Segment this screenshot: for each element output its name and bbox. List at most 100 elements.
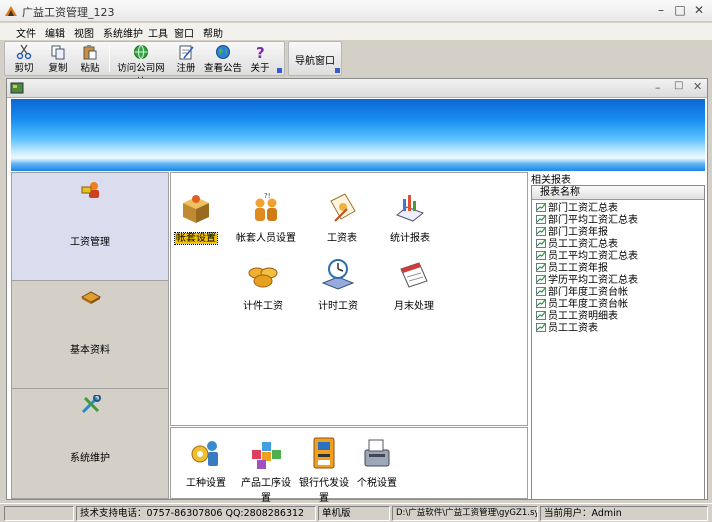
nav-basic-data-label: 基本资料 — [70, 345, 110, 356]
report-list-item[interactable]: 员工年度工资台帐 — [536, 299, 628, 311]
month-end-button[interactable]: 月末处理 — [387, 255, 441, 312]
report-icon — [536, 251, 546, 260]
register-button[interactable]: 注册 — [173, 44, 199, 75]
scissors-icon — [16, 44, 32, 60]
product-process-settings-button[interactable]: 产品工序设置 — [237, 436, 295, 504]
report-list-item[interactable]: 员工工资年报 — [536, 263, 608, 275]
menu-file[interactable]: 文件 — [16, 25, 36, 40]
chart-icon — [396, 195, 424, 222]
menu-window[interactable]: 窗口 — [174, 25, 194, 40]
piecework-salary-button[interactable]: 计件工资 — [233, 259, 293, 312]
report-list-item[interactable]: 员工工资表 — [536, 323, 598, 335]
account-personnel-label: 帐套人员设置 — [236, 233, 296, 244]
menu-help[interactable]: 帮助 — [203, 25, 223, 40]
paste-button[interactable]: 粘贴 — [75, 44, 105, 75]
navbar-grip[interactable] — [335, 68, 340, 73]
report-list-item[interactable]: 员工工资汇总表 — [536, 239, 618, 251]
view-announcement-button[interactable]: 查看公告 — [203, 44, 243, 75]
book-icon — [80, 291, 102, 304]
current-user: 当前用户：Admin — [540, 506, 708, 521]
nav-basic-data[interactable]: 基本资料 — [12, 281, 168, 389]
about-button[interactable]: ? 关于 — [247, 44, 273, 75]
toolbar-grip[interactable] — [277, 68, 282, 73]
close-button[interactable]: ✕ — [690, 3, 708, 19]
document-pen-icon — [330, 193, 356, 222]
menu-tools[interactable]: 工具 — [148, 25, 168, 40]
nav-salary-label: 工资管理 — [70, 237, 110, 248]
report-name: 员工平均工资汇总表 — [548, 251, 638, 262]
report-icon — [536, 227, 546, 236]
report-icon — [536, 203, 546, 212]
register-icon — [179, 45, 194, 60]
bank-payroll-settings-label: 银行代发设置 — [299, 478, 349, 504]
title-bar[interactable]: 广益工资管理_123 – □ ✕ — [0, 0, 712, 22]
hourly-salary-button[interactable]: 计时工资 — [313, 255, 363, 312]
report-name-column-header[interactable]: 报表名称 — [532, 186, 704, 200]
nav-system-maintenance[interactable]: 系统维护 — [12, 389, 168, 497]
svg-text:?: ? — [256, 44, 265, 60]
personal-tax-settings-label: 个税设置 — [357, 478, 397, 489]
report-name: 员工工资明细表 — [548, 311, 618, 322]
related-reports-title: 相关报表 — [531, 175, 571, 186]
window-icon — [10, 82, 24, 94]
report-icon — [536, 287, 546, 296]
statistics-report-label: 统计报表 — [390, 233, 430, 244]
menu-edit[interactable]: 编辑 — [45, 25, 65, 40]
statistics-report-button[interactable]: 统计报表 — [383, 191, 437, 244]
paste-label: 粘贴 — [80, 63, 100, 74]
window-title: 广益工资管理_123 — [22, 6, 115, 19]
inner-close-button[interactable]: ✕ — [693, 80, 702, 93]
visit-website-button[interactable]: 访问公司网站 — [113, 44, 169, 88]
maximize-button[interactable]: □ — [671, 3, 689, 19]
inner-title-bar: – □ ✕ — [7, 79, 707, 98]
support-info: 技术支持电话：0757-86307806 QQ:2808286312 — [76, 506, 316, 521]
menu-system[interactable]: 系统维护 — [103, 25, 143, 40]
status-cell-empty — [4, 506, 74, 521]
toolbar: 剪切 复制 粘贴 访问公司网站 注册 查看公告 ? 关于 — [4, 41, 285, 88]
report-list-item[interactable]: 部门年度工资台帐 — [536, 287, 628, 299]
report-name: 学历平均工资汇总表 — [548, 275, 638, 286]
globe-icon — [134, 45, 148, 59]
nav-salary-management[interactable]: 工资管理 — [12, 173, 168, 281]
report-list-item[interactable]: 学历平均工资汇总表 — [536, 275, 638, 287]
paste-icon — [83, 45, 97, 60]
personal-tax-settings-button[interactable]: 个税设置 — [353, 436, 401, 489]
inner-maximize-button[interactable]: □ — [674, 80, 683, 91]
view-announcement-label: 查看公告 — [203, 63, 242, 74]
clock-icon — [321, 259, 355, 290]
data-file-path: D:\广益软件\广益工资管理\gyGZ1.sys — [392, 506, 538, 521]
menu-view[interactable]: 视图 — [74, 25, 94, 40]
report-name: 员工工资汇总表 — [548, 239, 618, 250]
report-list-item[interactable]: 员工工资明细表 — [536, 311, 618, 323]
left-nav: 工资管理 基本资料 系统维护 — [11, 172, 169, 499]
bank-payroll-settings-button[interactable]: 银行代发设置 — [297, 436, 351, 504]
account-personnel-button[interactable]: ?! 帐套人员设置 — [229, 191, 303, 244]
function-panel: 帐套设置 ?! 帐套人员设置 工资表 统计报表 计件工资 计时工资 月末处理 — [170, 172, 528, 426]
job-type-settings-button[interactable]: 工种设置 — [181, 436, 231, 489]
copy-button[interactable]: 复制 — [43, 44, 73, 75]
cut-button[interactable]: 剪切 — [9, 44, 39, 75]
report-icon — [536, 299, 546, 308]
report-list-item[interactable]: 部门平均工资汇总表 — [536, 215, 638, 227]
people-money-icon — [81, 182, 99, 198]
people-icon: ?! — [255, 192, 277, 221]
report-name: 部门年度工资台帐 — [548, 287, 628, 298]
report-name: 部门工资汇总表 — [548, 203, 618, 214]
report-list-item[interactable]: 部门工资汇总表 — [536, 203, 618, 215]
account-settings-label: 帐套设置 — [174, 232, 218, 245]
coins-icon — [248, 267, 278, 288]
salary-table-button[interactable]: 工资表 — [317, 191, 367, 244]
report-name: 员工工资年报 — [548, 263, 608, 274]
header-banner — [11, 99, 705, 171]
inner-minimize-button[interactable]: – — [655, 81, 661, 94]
minimize-button[interactable]: – — [652, 3, 670, 19]
toolbar-separator — [109, 46, 110, 72]
edition-mode: 单机版 — [318, 506, 390, 521]
month-end-label: 月末处理 — [394, 301, 434, 312]
report-list-item[interactable]: 员工平均工资汇总表 — [536, 251, 638, 263]
nav-window-button[interactable]: 导航窗口 — [295, 52, 335, 67]
salary-table-label: 工资表 — [327, 233, 357, 244]
report-list-item[interactable]: 部门工资年报 — [536, 227, 608, 239]
account-settings-button[interactable]: 帐套设置 — [174, 191, 218, 245]
app-icon — [5, 6, 17, 16]
